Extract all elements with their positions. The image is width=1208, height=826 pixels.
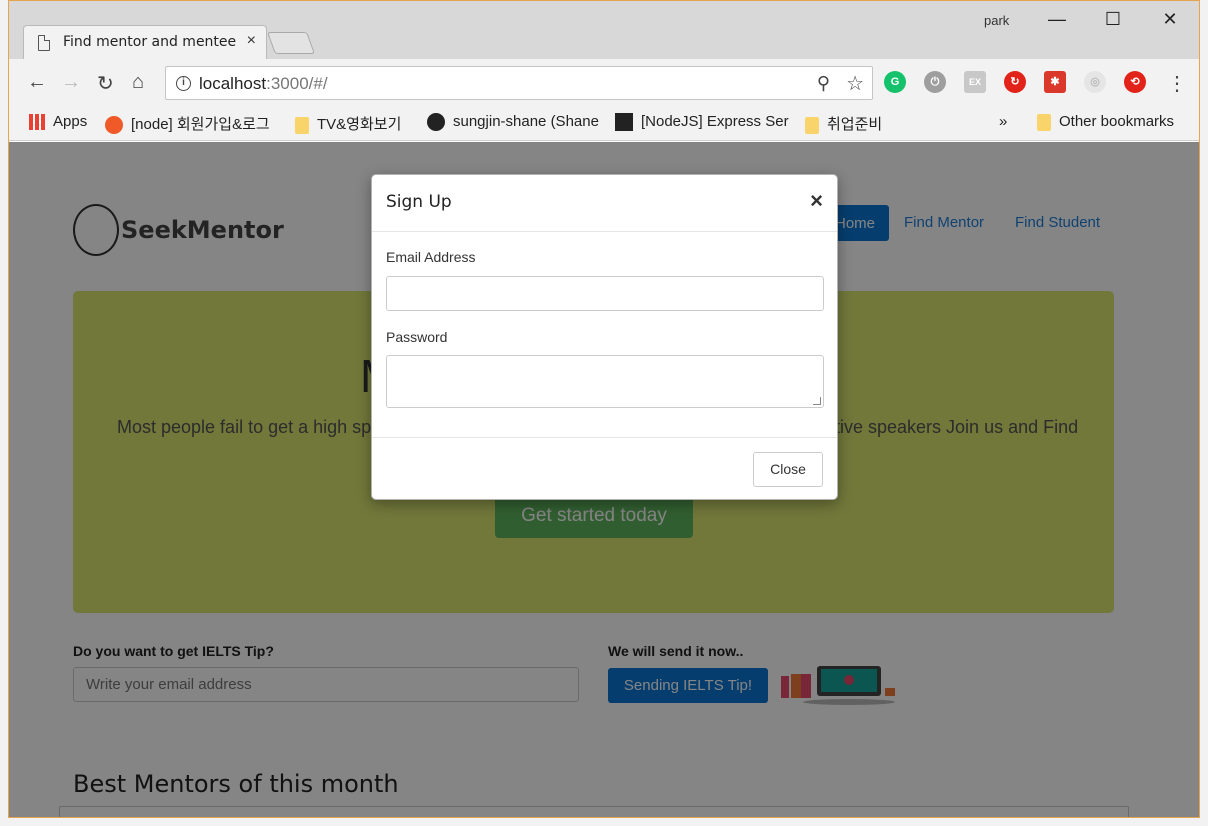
title-bar: Find mentor and mentee × park — ☐ ✕ bbox=[9, 1, 1199, 61]
folder-icon bbox=[1037, 113, 1051, 131]
tab-title: Find mentor and mentee bbox=[63, 34, 237, 50]
reload-icon[interactable]: ↻ bbox=[97, 71, 114, 96]
forward-icon[interactable]: → bbox=[61, 71, 81, 94]
maximize-icon[interactable]: ☐ bbox=[1098, 9, 1128, 30]
ex-extension-icon[interactable]: EX bbox=[964, 71, 986, 93]
folder-icon bbox=[805, 116, 819, 134]
resize-grip-icon[interactable] bbox=[813, 397, 821, 405]
apps-grid-icon bbox=[29, 114, 45, 131]
power-extension-icon[interactable]: ⏻ bbox=[924, 71, 946, 93]
signup-modal: Sign Up × Email Address Password Close bbox=[371, 174, 838, 500]
hashnode-icon bbox=[615, 113, 633, 132]
modal-footer: Close bbox=[372, 437, 837, 501]
bookmark-express[interactable]: [NodeJS] Express Ser bbox=[615, 113, 789, 132]
close-window-icon[interactable]: ✕ bbox=[1155, 9, 1185, 30]
minimize-icon[interactable]: — bbox=[1042, 9, 1072, 30]
new-tab-button[interactable] bbox=[266, 32, 316, 54]
email-field[interactable] bbox=[386, 276, 824, 311]
browser-tab[interactable]: Find mentor and mentee × bbox=[23, 25, 267, 61]
email-label: Email Address bbox=[386, 249, 476, 265]
browser-toolbar: ← → ↻ ⌂ i localhost:3000/#/ ⚲ ☆ G ⏻ EX ↻… bbox=[9, 59, 1199, 105]
github-icon bbox=[427, 113, 445, 132]
web-page: SeekMentor Home Find Mentor Find Student… bbox=[9, 142, 1199, 817]
address-bar[interactable]: i localhost:3000/#/ ⚲ ☆ bbox=[165, 66, 873, 100]
folder-icon bbox=[295, 116, 309, 134]
modal-header: Sign Up × bbox=[372, 175, 837, 232]
trend-extension-icon[interactable]: ↻ bbox=[1004, 71, 1026, 93]
back-icon[interactable]: ← bbox=[27, 71, 47, 94]
close-button[interactable]: Close bbox=[753, 452, 823, 487]
password-field[interactable] bbox=[386, 355, 824, 408]
bookmarks-bar: Apps [node] 회원가입&로그 TV&영화보기 sungjin-shan… bbox=[9, 105, 1199, 141]
profile-name[interactable]: park bbox=[984, 13, 1009, 28]
page-icon bbox=[38, 35, 50, 51]
browser-menu-icon[interactable]: ⋮ bbox=[1167, 71, 1187, 96]
browser-window: Find mentor and mentee × park — ☐ ✕ ← → … bbox=[8, 0, 1200, 818]
bookmark-apps[interactable]: Apps bbox=[29, 113, 87, 131]
zoom-icon[interactable]: ⚲ bbox=[817, 73, 830, 94]
sync-extension-icon[interactable]: ⟲ bbox=[1124, 71, 1146, 93]
info-icon[interactable]: i bbox=[176, 76, 191, 91]
bookmark-star-icon[interactable]: ☆ bbox=[846, 71, 864, 96]
modal-close-icon[interactable]: × bbox=[810, 188, 823, 214]
url-text[interactable]: localhost:3000/#/ bbox=[199, 74, 328, 94]
bookmark-node-signup[interactable]: [node] 회원가입&로그 bbox=[105, 113, 270, 135]
target-extension-icon[interactable]: ◎ bbox=[1084, 71, 1106, 93]
modal-title: Sign Up bbox=[386, 192, 452, 212]
tab-close-icon[interactable]: × bbox=[247, 32, 256, 50]
bookmark-other[interactable]: Other bookmarks bbox=[1037, 113, 1174, 131]
home-icon[interactable]: ⌂ bbox=[132, 71, 144, 94]
password-label: Password bbox=[386, 329, 448, 345]
node-site-icon bbox=[105, 116, 123, 135]
bookmark-tv[interactable]: TV&영화보기 bbox=[295, 113, 401, 134]
grammarly-extension-icon[interactable]: G bbox=[884, 71, 906, 93]
bookmark-github[interactable]: sungjin-shane (Shane bbox=[427, 113, 599, 132]
bookmarks-overflow-button[interactable]: » bbox=[999, 113, 1007, 130]
bug-extension-icon[interactable]: ✱ bbox=[1044, 71, 1066, 93]
bookmark-jobs[interactable]: 취업준비 bbox=[805, 113, 882, 134]
